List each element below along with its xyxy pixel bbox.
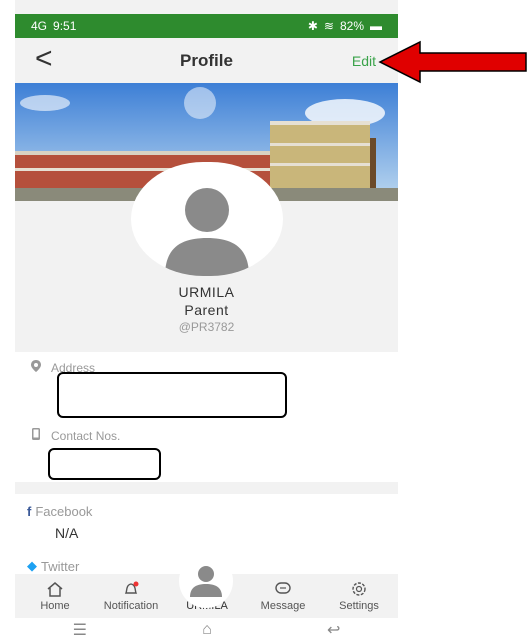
phone-icon: [31, 428, 41, 443]
tab-notification-label: Notification: [103, 600, 159, 612]
edit-button[interactable]: Edit: [352, 53, 376, 69]
twitter-icon: ◆: [27, 558, 37, 573]
location-pin-icon: [31, 360, 41, 375]
chat-icon: [245, 580, 321, 598]
facebook-value: N/A: [55, 525, 79, 541]
back-icon[interactable]: ↩: [327, 620, 340, 640]
status-time: 9:51: [53, 19, 77, 33]
tab-notification[interactable]: Notification: [93, 580, 169, 612]
system-navigation-bar: ☰ ⌂ ↩: [15, 618, 398, 642]
redacted-contact: [48, 448, 161, 480]
profile-avatar: [131, 162, 283, 276]
profile-identity: URMILA Parent @PR3782: [15, 284, 398, 334]
profile-name: URMILA: [178, 284, 235, 300]
redacted-address: [57, 372, 287, 418]
contact-label: Contact Nos.: [51, 428, 121, 443]
twitter-label: Twitter: [41, 558, 80, 574]
facebook-label: Facebook: [35, 504, 93, 519]
page-title: Profile: [180, 50, 233, 70]
chevron-left-icon[interactable]: <: [35, 44, 53, 74]
tab-message-label: Message: [260, 600, 306, 612]
tab-home[interactable]: Home: [17, 580, 93, 612]
phone-screen: 4G 9:51 ✱ ≋ 82% ▬ < Profile Edit URMILA …: [15, 0, 398, 642]
tab-message[interactable]: Message: [245, 580, 321, 612]
contact-info-section: Address Contact Nos.: [15, 352, 398, 482]
home-button-icon[interactable]: ⌂: [202, 621, 212, 639]
battery-icon: ▬: [370, 19, 382, 33]
menu-icon[interactable]: ☰: [73, 620, 87, 640]
home-icon: [17, 580, 93, 598]
tab-home-label: Home: [40, 600, 70, 612]
facebook-icon: f: [27, 504, 32, 519]
contact-row: Contact Nos.: [31, 428, 120, 443]
facebook-row: f Facebook: [27, 504, 92, 519]
profile-role: Parent: [184, 302, 229, 318]
tab-settings[interactable]: Settings: [321, 580, 397, 612]
wifi-icon: ≋: [323, 19, 334, 33]
bell-icon: [93, 580, 169, 598]
battery-level: 82%: [339, 19, 364, 33]
tab-settings-label: Settings: [339, 600, 379, 612]
avatar-icon[interactable]: [179, 554, 233, 608]
gear-icon: [321, 580, 397, 598]
status-bar: 4G 9:51 ✱ ≋ 82% ▬: [15, 14, 398, 38]
profile-handle: @PR3782: [178, 320, 235, 334]
bluetooth-icon: ✱: [307, 19, 318, 33]
twitter-row: ◆ Twitter: [27, 558, 79, 574]
network-indicator: 4G: [31, 19, 48, 33]
red-arrow-annotation: [378, 40, 527, 84]
top-navbar: < Profile Edit: [15, 38, 398, 83]
